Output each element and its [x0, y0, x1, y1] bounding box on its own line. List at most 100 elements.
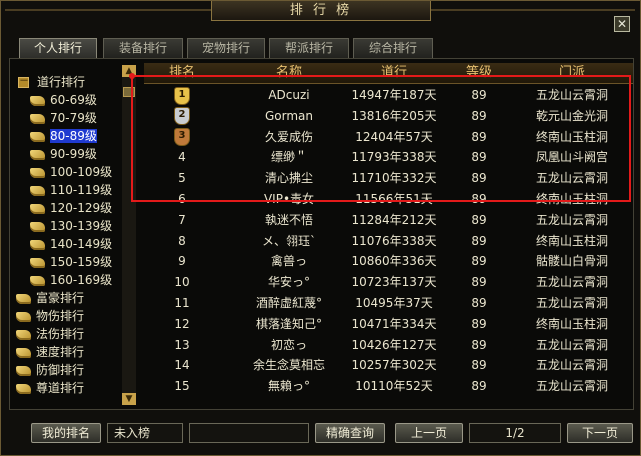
sidebar-item-category[interactable]: 速度排行 [16, 343, 84, 361]
cell-sect: 五龙山云霄洞 [535, 171, 608, 186]
book-icon [30, 149, 45, 160]
cell-rank: 4 [178, 150, 186, 165]
sidebar-item-level[interactable]: 110-119级 [30, 181, 112, 199]
search-input[interactable] [189, 423, 309, 443]
cell-name: 缥缈＂ [270, 150, 307, 165]
table-row[interactable]: 6 VIP•毒女 11566年51天 89 终南山玉柱洞 [144, 189, 633, 210]
tab-pet-ranking[interactable]: 宠物排行 [187, 38, 265, 58]
cell-name: VIP•毒女 [263, 192, 315, 206]
tab-personal-ranking[interactable]: 个人排行 [19, 38, 97, 58]
cell-name: 久爱成伤 [264, 129, 313, 144]
scroll-down-icon[interactable]: ▼ [122, 393, 136, 405]
sidebar-item-level[interactable]: 150-159级 [30, 253, 112, 271]
cell-rank: 7 [178, 212, 186, 227]
sidebar-item-label: 130-139级 [50, 219, 113, 233]
sidebar-item-level[interactable]: 130-139级 [30, 217, 112, 235]
cell-level: 89 [471, 233, 487, 248]
sidebar-item-category[interactable]: 富豪排行 [16, 289, 84, 307]
my-rank-button[interactable]: 我的排名 [31, 423, 101, 443]
table-row[interactable]: 4 缥缈＂ 11793年338天 89 凤凰山斗阙宫 [144, 147, 633, 168]
cell-rank: 12 [174, 316, 190, 331]
table-row[interactable]: 15 無賴っ° 10110年52天 89 五龙山云霄洞 [144, 376, 633, 397]
table-header: 排名 名称 道行 等级 门派 [144, 63, 633, 84]
medal-icon: 2 [174, 107, 190, 126]
cell-rank: 2 [152, 106, 212, 127]
cell-level: 89 [471, 212, 487, 227]
book-icon [16, 329, 31, 340]
cell-rank: 3 [152, 127, 212, 148]
tab-guild-ranking[interactable]: 帮派排行 [269, 38, 349, 58]
table-row[interactable]: 8 メ、翎珏ˋ 11076年338天 89 终南山玉柱洞 [144, 231, 633, 252]
sidebar-item-level[interactable]: 160-169级 [30, 271, 112, 289]
cell-name: 华安っ° [267, 275, 310, 290]
table-row[interactable]: 7 執迷不悟 11284年212天 89 五龙山云霄洞 [144, 210, 633, 231]
cell-daohang: 10723年137天 [351, 275, 437, 290]
page-indicator: 1/2 [469, 423, 561, 443]
sidebar-item-level[interactable]: 90-99级 [30, 145, 97, 163]
cell-daohang: 11710年332天 [351, 171, 437, 186]
header-level: 等级 [465, 65, 492, 80]
cell-level: 89 [471, 275, 487, 290]
cell-daohang: 11076年338天 [351, 233, 437, 248]
next-page-button[interactable]: 下一页 [567, 423, 633, 443]
table-row[interactable]: 11 酒醉虚紅蔑° 10495年37天 89 五龙山云霄洞 [144, 293, 633, 314]
book-icon [30, 95, 45, 106]
tab-overall-ranking[interactable]: 综合排行 [353, 38, 433, 58]
table-row[interactable]: 5 清心拂尘 11710年332天 89 五龙山云霄洞 [144, 168, 633, 189]
cell-level: 89 [471, 337, 487, 352]
table-row[interactable]: 1 ADcuzi 14947年187天 89 五龙山云霄洞 [144, 85, 633, 106]
sidebar-item-category[interactable]: 尊道排行 [16, 379, 84, 397]
prev-page-button[interactable]: 上一页 [395, 423, 463, 443]
table-row[interactable]: 9 禽兽っ 10860年336天 89 骷髅山白骨洞 [144, 251, 633, 272]
sidebar-item-level[interactable]: 80-89级 [30, 127, 97, 145]
close-button[interactable]: ✕ [614, 16, 630, 32]
table-row[interactable]: 3 久爱成伤 12404年57天 89 终南山玉柱洞 [144, 127, 633, 148]
cell-level: 89 [471, 316, 487, 331]
book-icon [16, 365, 31, 376]
book-icon [30, 203, 45, 214]
cell-level: 89 [471, 296, 487, 310]
cell-rank: 11 [174, 296, 190, 310]
exact-search-button[interactable]: 精确查询 [315, 423, 385, 443]
sidebar-item-category[interactable]: 防御排行 [16, 361, 84, 379]
cell-level: 89 [471, 88, 487, 102]
cell-rank: 10 [174, 275, 190, 290]
scroll-thumb[interactable] [123, 87, 135, 97]
sidebar-scrollbar[interactable]: ▲ ▼ [122, 65, 136, 405]
collapse-icon[interactable]: － [18, 77, 29, 88]
sidebar-item-level[interactable]: 120-129级 [30, 199, 112, 217]
sidebar-item-category[interactable]: 物伤排行 [16, 307, 84, 325]
table-row[interactable]: 2 Gorman 13816年205天 89 乾元山金光洞 [144, 106, 633, 127]
cell-sect: 乾元山金光洞 [535, 108, 608, 123]
cell-daohang: 11793年338天 [351, 150, 437, 165]
book-icon [30, 275, 45, 286]
cell-name: 禽兽っ [270, 254, 307, 269]
table-row[interactable]: 12 棋落逢知己° 10471年334天 89 终南山玉柱洞 [144, 314, 633, 335]
sidebar-item-label: 富豪排行 [36, 291, 85, 305]
sidebar-item-label: 尊道排行 [36, 381, 85, 395]
cell-sect: 终南山玉柱洞 [535, 192, 608, 206]
sidebar-item-level[interactable]: 70-79级 [30, 109, 97, 127]
cell-rank: 13 [174, 337, 190, 352]
cell-daohang: 10471年334天 [351, 316, 437, 331]
sidebar-item-level[interactable]: 100-109级 [30, 163, 112, 181]
cell-name: 棋落逢知己° [255, 316, 322, 331]
footer-bar: 我的排名 未入榜 精确查询 上一页 1/2 下一页 [1, 419, 641, 449]
cell-sect: 终南山玉柱洞 [535, 233, 608, 248]
sidebar-item-level[interactable]: 140-149级 [30, 235, 112, 253]
cell-level: 89 [471, 379, 487, 394]
medal-icon: 1 [174, 86, 190, 105]
cell-level: 89 [471, 108, 487, 123]
sidebar-item-label: 110-119级 [50, 183, 113, 197]
table-row[interactable]: 10 华安っ° 10723年137天 89 五龙山云霄洞 [144, 272, 633, 293]
header-name: 名称 [275, 65, 302, 80]
table-row[interactable]: 13 初恋っ 10426年127天 89 五龙山云霄洞 [144, 335, 633, 356]
sidebar-group-daohang[interactable]: － 道行排行 [18, 73, 85, 91]
cell-name: 余生念莫相忘 [252, 358, 325, 373]
cell-sect: 凤凰山斗阙宫 [535, 150, 608, 165]
sidebar-item-label: 防御排行 [36, 363, 85, 377]
table-row[interactable]: 14 余生念莫相忘 10257年302天 89 五龙山云霄洞 [144, 355, 633, 376]
sidebar-item-level[interactable]: 60-69级 [30, 91, 97, 109]
sidebar-item-category[interactable]: 法伤排行 [16, 325, 84, 343]
tab-equipment-ranking[interactable]: 装备排行 [103, 38, 183, 58]
